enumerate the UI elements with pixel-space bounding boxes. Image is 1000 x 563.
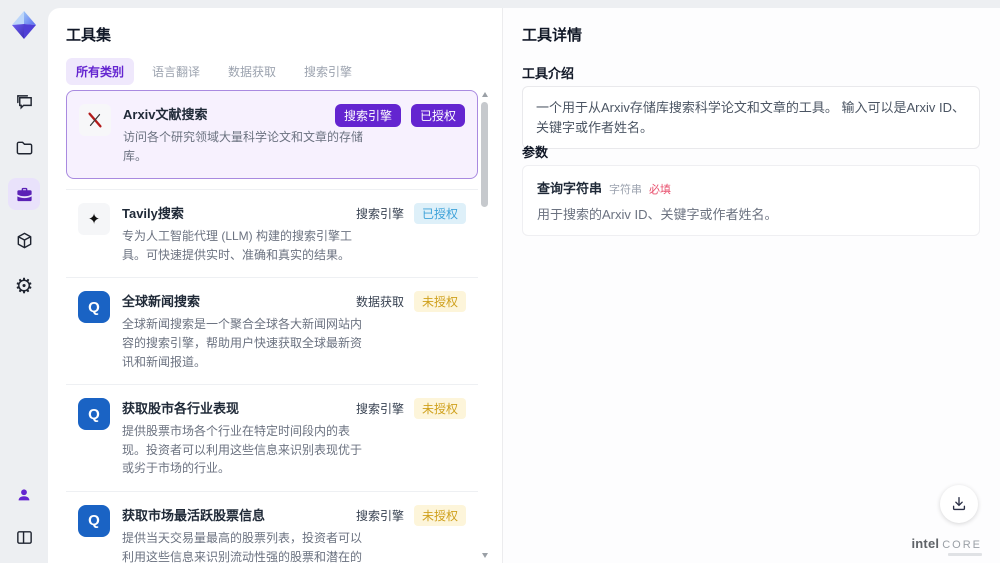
sidebar-toggle-icon[interactable] [8,521,40,553]
auth-status-badge: 未授权 [413,504,466,526]
core-wordmark: CORE [942,539,982,551]
tool-description: 提供股票市场各个行业在特定时间段内的表现。投资者可以利用这些信息来识别表现优于或… [122,424,363,476]
auth-status-badge: 未授权 [413,291,466,313]
tool-name: Arxiv文献搜索 [123,107,208,122]
param-name: 查询字符串 [537,181,603,196]
news-app-icon: Q [78,504,110,537]
settings-icon[interactable]: ⚙ [8,270,40,302]
cube-icon[interactable] [8,224,40,256]
page-title: 工具集 [66,27,112,44]
tool-name: 获取股市各行业表现 [122,401,240,417]
intro-box: 一个用于从Arxiv存储库搜索科学论文和文章的工具。 输入可以是Arxiv ID… [522,86,980,149]
params-heading: 参数 [522,145,549,160]
news-app-icon: Q [78,291,110,324]
logo-underline [948,553,982,556]
scrollbar-thumb[interactable] [481,102,488,207]
param-description: 用于搜索的Arxiv ID、关键字或作者姓名。 [537,207,778,222]
intel-core-logo: intel CORE [911,536,982,551]
download-icon [952,497,966,511]
scroll-up-arrow-icon[interactable] [482,92,488,97]
tool-name: 全球新闻搜索 [122,294,201,310]
gear-glyph: ⚙ [14,274,34,298]
category-tabs: 所有类别 语言翻译 数据获取 搜索引擎 [66,58,362,85]
tab-search-engine[interactable]: 搜索引擎 [294,58,362,85]
tab-all-categories[interactable]: 所有类别 [66,58,135,85]
tool-item-active-stocks[interactable]: Q 获取市场最活跃股票信息 提供当天交易量最高的股票列表，投资者可以利用这些信息… [66,490,478,563]
arxiv-icon [79,104,111,136]
chat-icon[interactable] [8,86,40,118]
tool-name: Tavily搜索 [122,206,184,222]
category-tag: 搜索引擎 [355,207,404,222]
tool-description: 专为人工智能代理 (LLM) 构建的搜索引擎工具。可快速提供实时、准确和真实的结… [122,229,353,262]
list-scrollbar [481,92,489,558]
param-required-flag: 必填 [649,184,672,196]
category-tag: 数据获取 [355,295,404,310]
user-icon[interactable] [8,479,40,511]
tool-list: Arxiv文献搜索 访问各个研究领域大量科学论文和文章的存储库。 搜索引擎 已授… [66,90,478,563]
scroll-down-arrow-icon[interactable] [482,553,488,558]
folder-icon[interactable] [8,132,40,164]
news-app-glyph: Q [88,298,100,316]
category-tag: 搜索引擎 [355,508,404,523]
toolbox-icon[interactable] [8,178,40,210]
details-pane: 工具详情 工具介绍 一个用于从Arxiv存储库搜索科学论文和文章的工具。 输入可… [502,8,1000,563]
details-title: 工具详情 [522,27,583,44]
news-app-glyph: Q [88,405,100,423]
intel-wordmark: intel [911,536,940,551]
auth-status-badge: 已授权 [410,104,465,127]
rail-bottom [0,479,48,553]
auth-status-badge: 未授权 [413,398,466,420]
tavily-icon: ✦ [78,203,110,236]
category-tag: 搜索引擎 [355,402,404,417]
category-badge: 搜索引擎 [334,104,401,127]
tool-description: 全球新闻搜索是一个聚合全球各大新闻网站内容的搜索引擎，帮助用户快速获取全球最新资… [122,317,363,369]
intro-heading: 工具介绍 [522,66,575,81]
param-type: 字符串 [609,184,643,196]
tool-item-arxiv[interactable]: Arxiv文献搜索 访问各个研究领域大量科学论文和文章的存储库。 搜索引擎 已授… [66,90,478,180]
tools-pane: 工具集 所有类别 语言翻译 数据获取 搜索引擎 Arxiv文献搜索 访问各个研究… [48,8,502,563]
app-root: ⚙ 工具集 所有类别 语言翻译 数据获取 搜索引擎 Arxiv文献搜索 访问各个… [0,0,1000,563]
left-rail: ⚙ [0,0,48,563]
news-app-glyph: Q [88,512,100,530]
tool-item-global-news[interactable]: Q 全球新闻搜索 全球新闻搜索是一个聚合全球各大新闻网站内容的搜索引擎，帮助用户… [66,277,478,385]
auth-status-badge: 已授权 [413,203,466,225]
tool-item-stock-sector[interactable]: Q 获取股市各行业表现 提供股票市场各个行业在特定时间段内的表现。投资者可以利用… [66,384,478,491]
tool-name: 获取市场最活跃股票信息 [122,507,266,523]
rail-nav: ⚙ [8,86,40,302]
tool-description: 提供当天交易量最高的股票列表，投资者可以利用这些信息来识别流动性强的股票和潜在的… [122,530,363,563]
download-button[interactable] [940,485,978,523]
app-logo-icon [9,10,39,40]
sparkle-glyph: ✦ [87,211,101,229]
tab-data-fetch[interactable]: 数据获取 [218,58,286,85]
tool-item-tavily[interactable]: ✦ Tavily搜索 专为人工智能代理 (LLM) 构建的搜索引擎工具。可快速提… [66,189,478,278]
tab-language-translation[interactable]: 语言翻译 [142,58,210,85]
news-app-icon: Q [78,398,110,431]
parameter-card: 查询字符串 字符串 必填 用于搜索的Arxiv ID、关键字或作者姓名。 [522,165,980,236]
main-surface: 工具集 所有类别 语言翻译 数据获取 搜索引擎 Arxiv文献搜索 访问各个研究… [48,8,1000,563]
tool-description: 访问各个研究领域大量科学论文和文章的存储库。 [123,130,364,163]
